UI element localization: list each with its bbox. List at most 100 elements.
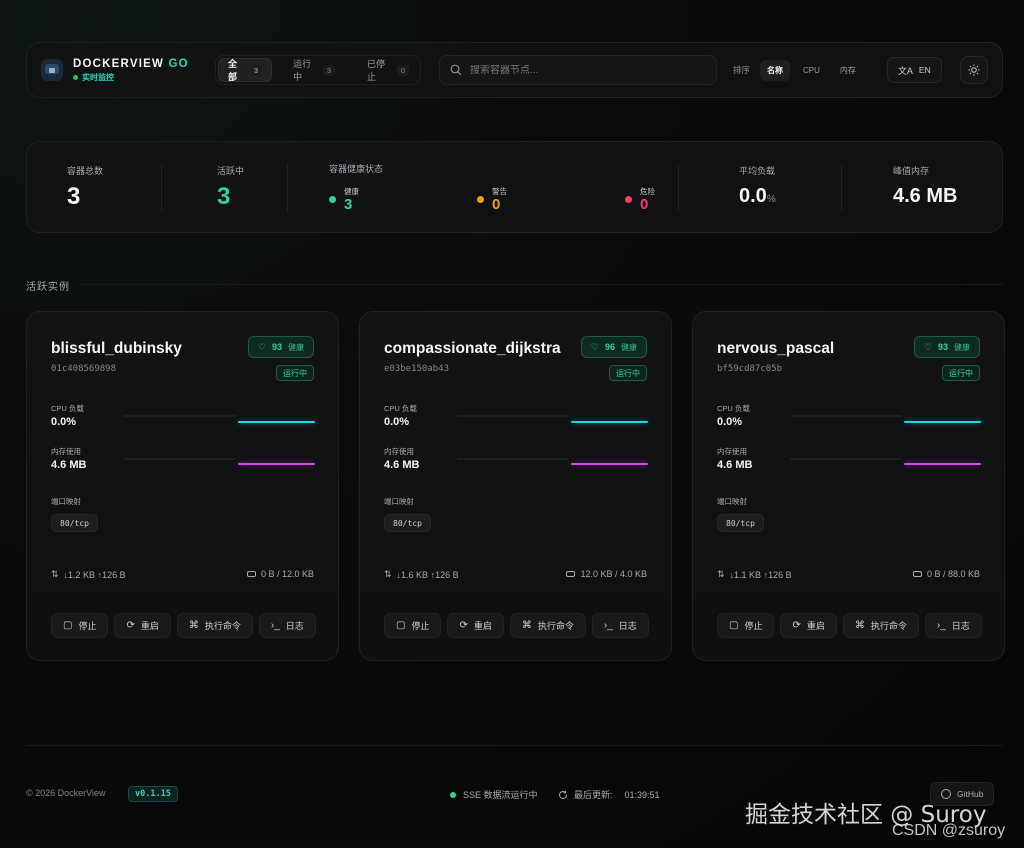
footer-divider (26, 745, 1003, 746)
container-name: blissful_dubinsky (51, 340, 182, 357)
status-badge: 运行中 (276, 365, 314, 381)
memory-label: 内存使用 (384, 447, 414, 456)
memory-sparkline (904, 463, 981, 465)
status-badge: 运行中 (942, 365, 980, 381)
disk-icon (566, 571, 576, 577)
filter-count: 3 (322, 64, 336, 76)
divider (841, 164, 842, 212)
theme-toggle-button[interactable] (959, 56, 988, 84)
container-card: blissful_dubinsky 01c408569898 ♡ 93 健康 运… (26, 311, 339, 661)
memory-value: 4.6 MB (384, 459, 420, 471)
section-divider (80, 284, 1003, 285)
filter-stopped[interactable]: 已停止 0 (358, 58, 418, 82)
container-id: e03be150ab43 (384, 364, 450, 374)
transfer-icon: ⇅ (384, 569, 392, 579)
restart-button[interactable]: ⟳ 重启 (780, 613, 837, 638)
translate-icon: 文A (897, 65, 913, 76)
port-badge: 80/tcp (384, 514, 431, 532)
stat-peak-mem: 峰值内存 4.6 MB (893, 164, 957, 208)
divider (161, 164, 162, 212)
ports-label: 端口映射 (384, 497, 414, 506)
transfer-icon: ⇅ (717, 569, 725, 579)
sort-label: 排序 (733, 65, 751, 75)
version-badge: v0.1.15 (128, 786, 178, 802)
container-id: bf59cd87c05b (717, 364, 783, 374)
cpu-sparkline (238, 421, 315, 423)
sse-dot-icon (450, 791, 456, 798)
sort-group: 排序 名称 CPU 内存 (733, 59, 863, 81)
exec-command-button[interactable]: ⌘ 执行命令 (842, 613, 919, 638)
docker-logo-icon (41, 59, 63, 81)
watermark-secondary: CSDN @zsuroy (892, 822, 1006, 839)
status-filter-group: 全部 3 运行中 3 已停止 0 (215, 55, 421, 85)
ports-label: 端口映射 (51, 497, 81, 506)
stat-active: 活跃中 3 (217, 164, 244, 211)
command-icon: ⌘ (188, 620, 199, 631)
filter-running[interactable]: 运行中 3 (284, 58, 344, 82)
search-box[interactable] (439, 55, 717, 85)
danger-dot-icon (625, 196, 632, 203)
health-score-badge: ♡ 93 健康 (913, 336, 980, 358)
cpu-sparkline-track (457, 415, 569, 417)
stats-panel: 容器总数 3 活跃中 3 容器健康状态 健康 3 警告 0 危险 0 平均负载 0.0… (26, 141, 1003, 233)
memory-sparkline-track (124, 458, 236, 460)
stat-avg-load: 平均负载 0.0% (739, 164, 776, 208)
stat-label: 容器总数 (67, 166, 104, 176)
container-card: compassionate_dijkstra e03be150ab43 ♡ 96… (359, 311, 672, 661)
command-icon: ⌘ (854, 620, 865, 631)
container-id: 01c408569898 (51, 364, 117, 374)
health-warning: 警告 0 (477, 186, 507, 213)
cpu-label: CPU 负载 (717, 404, 750, 413)
filter-all[interactable]: 全部 3 (218, 58, 273, 82)
sort-by-cpu[interactable]: CPU (796, 61, 827, 80)
stat-label: 活跃中 (217, 166, 245, 176)
logs-button[interactable]: ›_ 日志 (258, 613, 316, 638)
divider (287, 164, 288, 212)
filter-count: 3 (249, 64, 263, 76)
exec-command-button[interactable]: ⌘ 执行命令 (176, 613, 253, 638)
command-icon: ⌘ (521, 620, 532, 631)
network-io: ⇅ ↓1.2 KB ↑126 B (51, 569, 126, 580)
language-toggle-button[interactable]: 文A EN (886, 57, 942, 83)
cpu-label: CPU 负载 (384, 404, 417, 413)
sort-by-memory[interactable]: 内存 (833, 60, 863, 81)
memory-sparkline-track (457, 458, 569, 460)
logs-button[interactable]: ›_ 日志 (591, 613, 649, 638)
sse-status: SSE 数据流运行中 (450, 788, 538, 801)
copyright: © 2026 DockerView (26, 788, 106, 798)
cpu-sparkline (904, 421, 981, 423)
disk-io: 12.0 KB / 4.0 KB (566, 569, 647, 579)
sort-by-name[interactable]: 名称 (760, 59, 791, 81)
memory-sparkline (238, 463, 315, 465)
exec-command-button[interactable]: ⌘ 执行命令 (509, 613, 586, 638)
stop-icon: ▢ (396, 620, 406, 631)
terminal-icon: ›_ (936, 620, 946, 631)
logs-button[interactable]: ›_ 日志 (924, 613, 982, 638)
stop-icon: ▢ (729, 620, 739, 631)
restart-button[interactable]: ⟳ 重启 (114, 613, 171, 638)
port-badge: 80/tcp (51, 514, 98, 532)
stop-button[interactable]: ▢ 停止 (717, 613, 775, 638)
health-score-badge: ♡ 96 健康 (580, 336, 647, 358)
health-title: 容器健康状态 (329, 164, 384, 174)
restart-button[interactable]: ⟳ 重启 (447, 613, 504, 638)
search-input[interactable] (470, 64, 690, 76)
stop-icon: ▢ (63, 620, 73, 631)
stat-label: 平均负载 (739, 166, 776, 176)
filter-count: 0 (396, 64, 409, 76)
stop-button[interactable]: ▢ 停止 (384, 613, 442, 638)
health-healthy: 健康 3 (329, 186, 359, 213)
heart-icon: ♡ (257, 341, 266, 352)
card-actions: ▢ 停止 ⟳ 重启 ⌘ 执行命令 ›_ 日志 (51, 613, 316, 638)
stat-total: 容器总数 3 (67, 164, 103, 211)
memory-sparkline-track (790, 458, 902, 460)
warning-dot-icon (477, 196, 484, 203)
stop-button[interactable]: ▢ 停止 (51, 613, 109, 638)
heart-icon: ♡ (590, 341, 599, 352)
container-name: compassionate_dijkstra (384, 340, 561, 357)
disk-io: 0 B / 88.0 KB (912, 569, 980, 579)
brand: DOCKERVIEW GO 实时监控 (41, 58, 215, 83)
container-name: nervous_pascal (717, 340, 835, 357)
disk-icon (912, 571, 922, 577)
status-badge: 运行中 (609, 365, 647, 381)
